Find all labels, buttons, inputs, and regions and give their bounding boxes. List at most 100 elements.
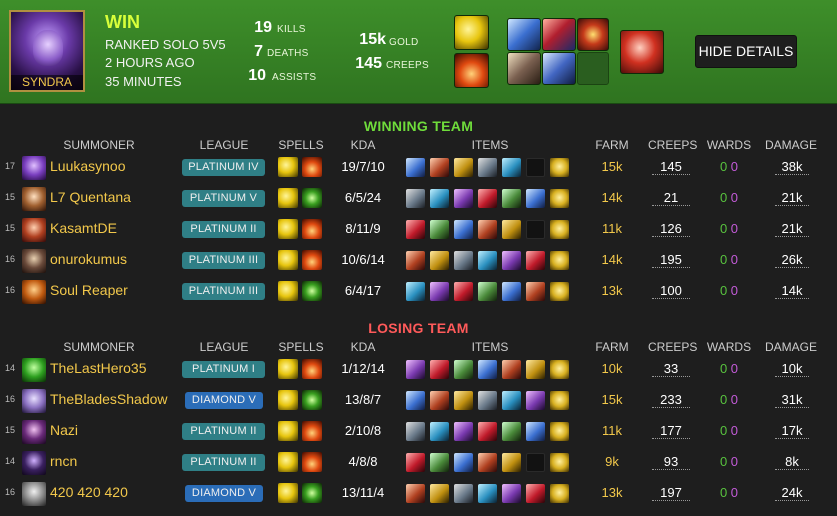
- player-level: 15: [4, 192, 15, 202]
- kills-count: 19: [254, 19, 272, 36]
- armor-icon: [430, 453, 449, 472]
- summoner-spell-icon: [302, 188, 322, 208]
- hammer-icon: [406, 189, 425, 208]
- farm-value: 14k: [601, 190, 623, 205]
- player-row[interactable]: 17 Luukasynoo PLATINUM IV 19/7/10 15k 145 0 0 3…: [0, 152, 837, 183]
- mana-sword-icon: [478, 360, 497, 379]
- gold-count: 15k: [359, 31, 386, 48]
- summoner-name-link[interactable]: 420 420 420: [50, 484, 128, 500]
- league-badge: PLATINUM I: [182, 361, 265, 378]
- player-row[interactable]: 15 KasamtDE PLATINUM II 8/11/9 11k 126 0 0 21k: [0, 214, 837, 245]
- player-row[interactable]: 14 TheLastHero35 PLATINUM I 1/12/14 10k 33 0 0…: [0, 354, 837, 385]
- player-level: 15: [4, 425, 15, 435]
- tear-icon: [430, 422, 449, 441]
- time-ago: 2 HOURS AGO: [105, 55, 195, 70]
- player-row[interactable]: 16 onurokumus PLATINUM III 10/6/14 14k 195 0 0…: [0, 245, 837, 276]
- wards-killed: 0: [727, 392, 739, 407]
- player-level: 17: [4, 161, 15, 171]
- player-row[interactable]: 15 Nazi PLATINUM II 2/10/8 11k 177 0 0 17k: [0, 416, 837, 447]
- farm-value: 15k: [601, 159, 623, 174]
- summoner-name-link[interactable]: L7 Quentana: [50, 189, 131, 205]
- summoner-name-link[interactable]: Soul Reaper: [50, 282, 128, 298]
- wards-value: 0 0: [712, 190, 746, 205]
- player-row[interactable]: 14 rncn PLATINUM II 4/8/8 9k 93 0 0 8k: [0, 447, 837, 478]
- summoner-spell-icon: [278, 390, 298, 410]
- match-result: WIN: [105, 12, 140, 32]
- ward-trinket-icon: [620, 30, 664, 74]
- boots-icon: [577, 18, 609, 51]
- league-badge: DIAMOND V: [185, 392, 263, 409]
- summoner-name-link[interactable]: KasamtDE: [50, 220, 117, 236]
- mana-sword-icon: [454, 453, 473, 472]
- creeps-value: 195: [652, 252, 690, 268]
- damage-value: 31k: [775, 392, 809, 408]
- creeps-value: 21: [652, 190, 690, 206]
- armor-icon: [430, 220, 449, 239]
- summoner-spell-icon: [278, 421, 298, 441]
- column-header-items: ITEMS: [471, 138, 509, 152]
- player-level: 15: [4, 223, 15, 233]
- column-header-items: ITEMS: [471, 340, 509, 354]
- column-header-damage: DAMAGE: [764, 340, 817, 354]
- farm-value: 13k: [601, 485, 623, 500]
- player-level: 14: [4, 363, 15, 373]
- void-staff-icon: [430, 282, 449, 301]
- kda-value: 13/11/4: [341, 485, 385, 500]
- summoner-name-link[interactable]: Luukasynoo: [50, 158, 126, 174]
- mana-sword-icon: [406, 391, 425, 410]
- bramble-icon: [430, 391, 449, 410]
- summoner-spell-icon: [302, 219, 322, 239]
- mana-sword-icon: [507, 18, 541, 51]
- champion-avatar-icon: [22, 451, 46, 475]
- summoner-name-link[interactable]: onurokumus: [50, 251, 127, 267]
- wards-value: 0 0: [712, 454, 746, 469]
- summoner-name-link[interactable]: Nazi: [50, 422, 78, 438]
- bramble-icon: [478, 220, 497, 239]
- column-header-kda: KDA: [350, 340, 376, 354]
- league-badge: PLATINUM II: [182, 423, 265, 440]
- player-row[interactable]: 16 TheBladesShadow DIAMOND V 13/8/7 15k 233 0 …: [0, 385, 837, 416]
- wards-killed: 0: [727, 361, 739, 376]
- summoner-spell-icon: [278, 250, 298, 270]
- rod-icon: [507, 52, 541, 85]
- losing-team-title: LOSING TEAM: [368, 320, 469, 336]
- gold-label: GOLD: [389, 37, 419, 48]
- gold-amulet-icon: [454, 158, 473, 177]
- tear-icon: [430, 189, 449, 208]
- gold-amulet-icon: [502, 453, 521, 472]
- league-badge: PLATINUM II: [182, 454, 265, 471]
- farm-value: 11k: [602, 221, 622, 236]
- creeps-label: CREEPS: [386, 60, 429, 71]
- champion-avatar-icon: [22, 280, 46, 304]
- bramble-icon: [526, 282, 545, 301]
- summoner-name-link[interactable]: TheLastHero35: [50, 360, 147, 376]
- ward-trinket-icon: [550, 484, 569, 503]
- player-row[interactable]: 16 Soul Reaper PLATINUM III 6/4/17 13k 100 0 0…: [0, 276, 837, 307]
- player-row[interactable]: 16 420 420 420 DIAMOND V 13/11/4 13k 197 0 0 24…: [0, 478, 837, 509]
- tear-icon: [502, 391, 521, 410]
- summoner-spell-icon: [302, 452, 322, 472]
- farm-value: 9k: [605, 454, 619, 469]
- summoner-name-link[interactable]: rncn: [50, 453, 77, 469]
- bramble-icon: [542, 18, 576, 51]
- summoner-spell-icon: [302, 483, 322, 503]
- tear-icon: [502, 158, 521, 177]
- hide-details-button[interactable]: HIDE DETAILS: [695, 35, 797, 68]
- damage-value: 21k: [775, 221, 809, 237]
- summoner-name-link[interactable]: TheBladesShadow: [50, 391, 168, 407]
- champion-name: SYNDRA: [11, 75, 83, 90]
- void-staff-icon: [502, 251, 521, 270]
- mana-sword-icon: [526, 189, 545, 208]
- farm-value: 15k: [601, 392, 623, 407]
- mana-sword-icon: [526, 422, 545, 441]
- damage-value: 10k: [775, 361, 809, 377]
- gold-amulet-icon: [502, 220, 521, 239]
- blade-icon: [406, 220, 425, 239]
- wards-value: 0 0: [712, 423, 746, 438]
- player-row[interactable]: 15 L7 Quentana PLATINUM V 6/5/24 14k 21 0 0 21k: [0, 183, 837, 214]
- mana-sword-icon: [454, 220, 473, 239]
- damage-value: 38k: [775, 159, 809, 175]
- bramble-icon: [406, 251, 425, 270]
- void-staff-icon: [406, 360, 425, 379]
- column-header-spells: SPELLS: [278, 138, 324, 152]
